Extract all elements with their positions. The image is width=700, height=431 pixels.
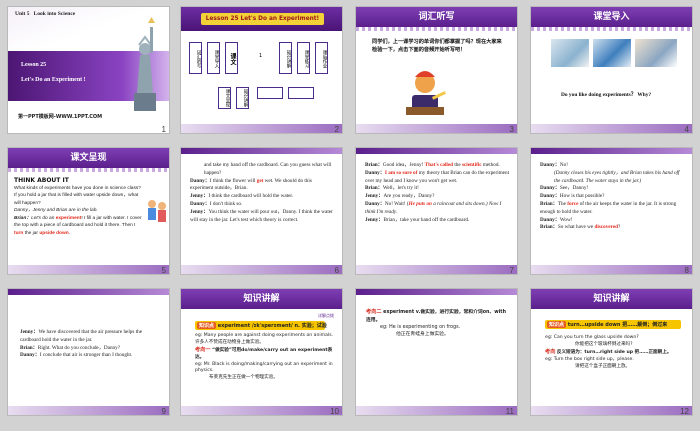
toc-box[interactable]: 词汇听写	[189, 42, 202, 74]
slide-heading: Lesson 25 Let's Do an Experiment!	[201, 13, 324, 25]
slide-banner: 知识讲解	[181, 289, 342, 309]
bottom-bar	[531, 406, 692, 415]
slide-thumbnail-9[interactable]: Jenny：We have discovered that the air pr…	[7, 288, 170, 416]
bottom-bar	[8, 265, 169, 274]
slide-number: 2	[334, 125, 339, 134]
think-text: What kinds of experiments have you done …	[14, 186, 142, 236]
slide-number: 7	[509, 266, 514, 275]
slide-thumbnail-12[interactable]: 知识讲解 知识点 turn…upside down 把……颠倒；倒过来 eg: …	[530, 288, 693, 416]
knowledge-tag: 知识点	[197, 322, 217, 329]
explanation-text: 考向二 experiment v.做实验，进行实验，常和介词on、with连用。…	[366, 309, 506, 338]
toc-box[interactable]: 课文	[225, 42, 238, 74]
footer-url: 第一PPT模板网-WWW.1PPT.COM	[18, 114, 103, 120]
slide-banner: 词汇听写	[356, 7, 517, 27]
toc-sub-box[interactable]: 知识讲解	[236, 87, 249, 109]
top-stripe	[8, 289, 169, 295]
lab-photo-2	[593, 39, 631, 67]
knowledge-tag: 知识点	[547, 321, 567, 328]
bottom-bar	[356, 406, 517, 415]
bottom-bar	[181, 124, 342, 133]
dialogue-text: Brian：Good idea，Jenny! That's called the…	[365, 162, 510, 223]
intro-question: Do you like doing experiments？ Why?	[561, 92, 652, 98]
dialogue-text: and take my hand off the cardboard. Can …	[190, 162, 333, 223]
toc-right-boxes: 知识讲解 课堂练习 课后作业	[279, 42, 328, 74]
statue-of-liberty-image	[134, 17, 156, 111]
toc-sub-box[interactable]	[288, 87, 314, 99]
slide-number: 10	[330, 407, 339, 416]
dialogue-text: Jenny：We have discovered that the air pr…	[20, 329, 143, 359]
banner-dots	[531, 27, 692, 31]
explanation-text: eg: Can you turn the glass upside down? …	[545, 335, 672, 369]
slide-banner: 课堂导入	[531, 7, 692, 27]
bottom-bar	[531, 265, 692, 274]
slide-thumbnail-11[interactable]: 考向二 experiment v.做实验，进行实验，常和介词on、with连用。…	[355, 288, 518, 416]
kids-illustration	[148, 200, 166, 222]
tip-label: 详解点拨	[318, 313, 334, 318]
lab-photo-3	[635, 39, 677, 67]
slide-thumbnail-2[interactable]: Lesson 25 Let's Do an Experiment! 词汇听写 课…	[180, 6, 343, 134]
knowledge-point: 知识点 experiment /ɪkˈsperɪmənt/ n. 实验；试验	[197, 322, 327, 329]
toc-box[interactable]: 课堂导入	[207, 42, 220, 74]
bottom-bar	[181, 406, 342, 415]
top-stripe	[356, 289, 517, 295]
slide-number: 6	[334, 266, 339, 275]
lesson-number: Lesson 25	[21, 62, 47, 68]
slide-banner: 课文呈现	[8, 148, 169, 168]
unit-label: Unit 5 Look into Science	[15, 11, 76, 17]
toc-box[interactable]: 课后作业	[315, 42, 328, 74]
toc-box[interactable]: 课堂练习	[297, 42, 310, 74]
banner-dots	[356, 27, 517, 31]
dictation-instruction: 同学们，上一课学习的单词你们都掌握了吗？现在大家来检验一下，点击下面的音频开始听…	[372, 39, 502, 54]
slide-number: 3	[509, 125, 514, 134]
slide-thumbnail-7[interactable]: Brian：Good idea，Jenny! That's called the…	[355, 147, 518, 275]
toc-left-boxes: 词汇听写 课堂导入 课文	[189, 42, 238, 74]
slide-thumbnail-10[interactable]: 知识讲解 详解点拨 知识点 experiment /ɪkˈsperɪmənt/ …	[180, 288, 343, 416]
toc-sub-box[interactable]	[257, 87, 283, 99]
top-stripe	[181, 148, 342, 154]
slide-number: 1	[161, 125, 166, 134]
slide-number: 12	[680, 407, 689, 416]
bottom-bar	[356, 265, 517, 274]
banner-dots	[8, 168, 169, 172]
slide-thumbnail-4[interactable]: 课堂导入 Do you like doing experiments？ Why?…	[530, 6, 693, 134]
lesson-title: Let's Do an Experiment !	[21, 77, 86, 83]
slide-number: 9	[161, 407, 166, 416]
bottom-bar	[531, 124, 692, 133]
slide-number: 11	[505, 407, 514, 416]
bottom-bar	[356, 124, 517, 133]
slide-number: 8	[684, 266, 689, 275]
slide-number: 5	[161, 266, 166, 275]
lab-photo-1	[551, 39, 589, 67]
explanation-text: eg: Many people are against doing experi…	[195, 333, 334, 381]
slide-thumbnail-8[interactable]: Danny：No! (Danny closes his eyes tightly…	[530, 147, 693, 275]
slide-thumbnail-1[interactable]: Unit 5 Look into Science Lesson 25 Let's…	[7, 6, 170, 134]
think-heading: THINK ABOUT IT	[14, 177, 69, 184]
dialogue-text: Danny：No! (Danny closes his eyes tightly…	[540, 162, 680, 231]
toc-box[interactable]: 知识讲解	[279, 42, 292, 74]
slide-number: 4	[684, 125, 689, 134]
slide-thumbnail-6[interactable]: and take my hand off the cardboard. Can …	[180, 147, 343, 275]
bottom-bar	[8, 406, 169, 415]
top-stripe	[531, 148, 692, 154]
slide-thumbnail-5[interactable]: 课文呈现 THINK ABOUT IT What kinds of experi…	[7, 147, 170, 275]
slide-banner: 知识讲解	[531, 289, 692, 309]
toc-dash: 1	[259, 53, 263, 59]
knowledge-point: 知识点 turn…upside down 把……颠倒；倒过来	[547, 321, 668, 328]
slide-thumbnail-3[interactable]: 词汇听写 同学们，上一课学习的单词你们都掌握了吗？现在大家来检验一下，点击下面的…	[355, 6, 518, 134]
cartoon-student-writing-image	[406, 71, 446, 115]
top-stripe	[356, 148, 517, 154]
bottom-bar	[181, 265, 342, 274]
toc-sub-box[interactable]: 课文呈现	[218, 87, 231, 109]
